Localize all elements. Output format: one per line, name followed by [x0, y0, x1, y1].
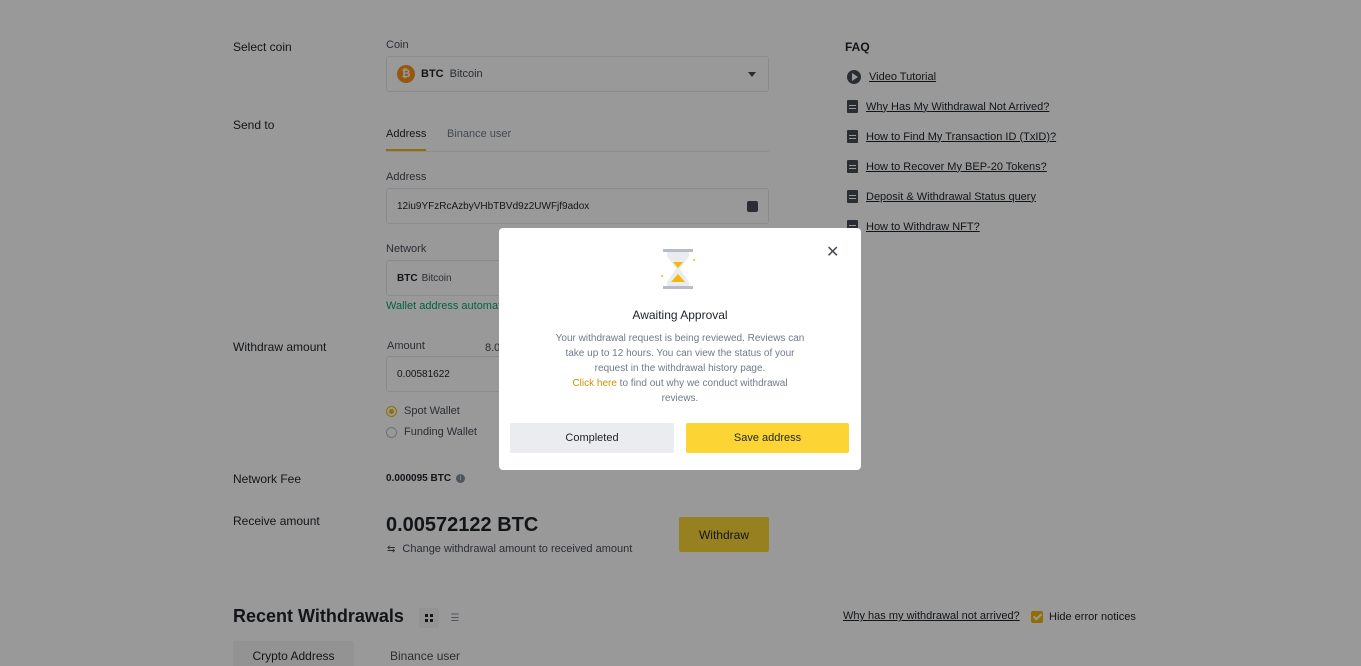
click-here-link[interactable]: Click here: [572, 378, 616, 389]
modal-body: Your withdrawal request is being reviewe…: [555, 331, 805, 406]
modal-body-suffix: to find out why we conduct withdrawal re…: [616, 378, 788, 404]
awaiting-approval-modal: ✕ Awaiting Approval Your withdrawal requ…: [499, 228, 861, 470]
withdraw-page: Select coin Coin ₿ BTC Bitcoin Send to A…: [0, 0, 1361, 666]
save-address-button[interactable]: Save address: [686, 423, 849, 453]
modal-title: Awaiting Approval: [632, 308, 728, 322]
hourglass-icon: [661, 249, 695, 289]
close-icon[interactable]: ✕: [826, 242, 839, 262]
completed-button[interactable]: Completed: [510, 423, 674, 453]
modal-body-text: Your withdrawal request is being reviewe…: [555, 333, 805, 374]
